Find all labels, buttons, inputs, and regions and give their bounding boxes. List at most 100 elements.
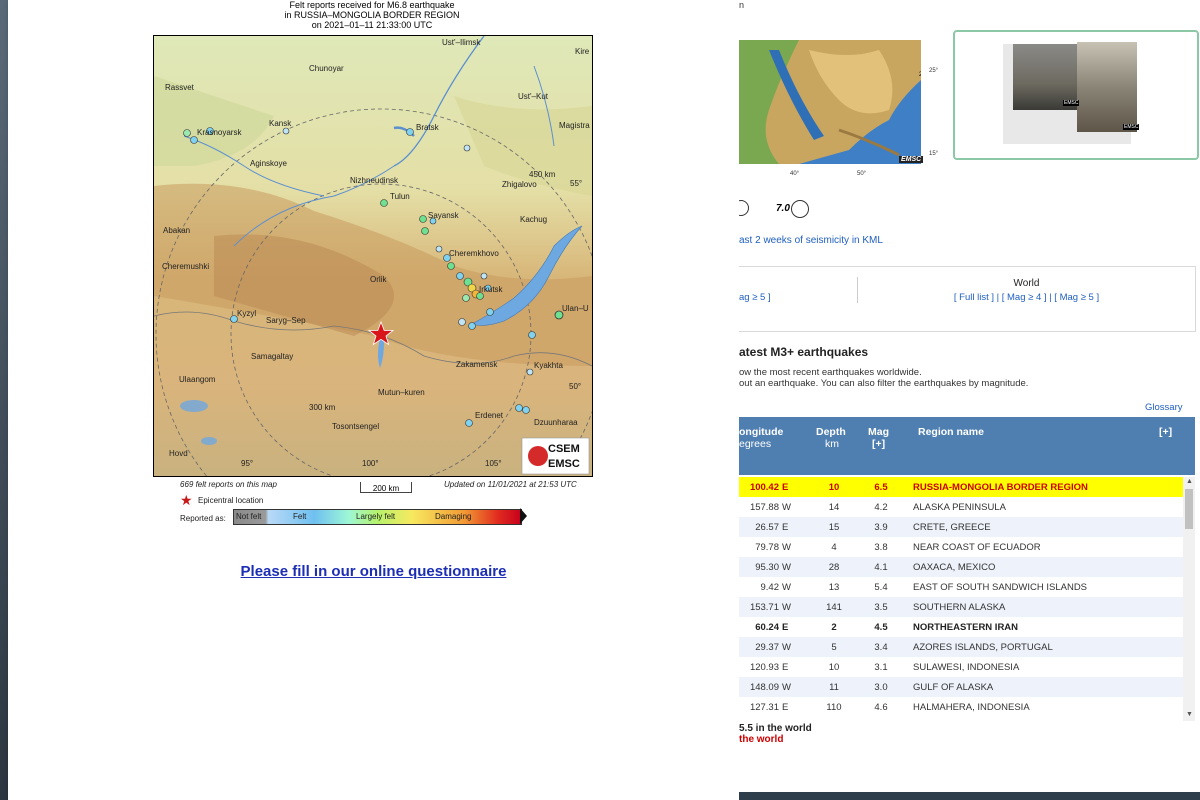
label-bratsk: Bratsk — [416, 123, 440, 132]
latest-desc-2: out an earthquake. You can also filter t… — [739, 378, 1029, 389]
colorbar-felt: Felt — [293, 512, 307, 521]
label-sayansk: Sayansk — [428, 211, 460, 220]
emsc-page: n 25° 25° 15° 40° 50° EMSC EMSC EMSC 7.0… — [739, 0, 1200, 800]
colorbar-arrow-icon — [520, 508, 527, 524]
label-hovd: Hovd — [169, 449, 188, 458]
glossary-link[interactable]: Glossary — [1145, 402, 1182, 413]
table-row[interactable]: 95.30 W 28 4.1 OAXACA, MEXICO — [739, 557, 1183, 577]
label-ust-kut: Ust'–Kut — [518, 92, 549, 101]
scroll-down-icon: ▼ — [1186, 711, 1193, 718]
photo-box[interactable]: EMSC EMSC — [953, 30, 1199, 160]
table-row[interactable]: 100.42 E 10 6.5 RUSSIA-MONGOLIA BORDER REGIO… — [739, 477, 1183, 497]
table-row[interactable]: 79.78 W 4 3.8 NEAR COAST OF ECUADOR — [739, 537, 1183, 557]
reported-as-label: Reported as: — [180, 514, 226, 523]
label-orlik: Orlik — [370, 275, 387, 284]
label-abakan: Abakan — [163, 226, 190, 235]
label-lat-50: 50° — [569, 382, 581, 391]
table-row[interactable]: 60.24 E 2 4.5 NORTHEASTERN IRAN — [739, 617, 1183, 637]
header-depth[interactable]: Depth — [816, 426, 846, 438]
label-zakamensk: Zakamensk — [456, 360, 498, 369]
label-kyakhta: Kyakhta — [534, 361, 563, 370]
table-row[interactable]: 127.31 E 110 4.6 HALMAHERA, INDONESIA — [739, 697, 1183, 717]
label-chunoyar: Chunoyar — [309, 64, 344, 73]
label-ulaangom: Ulaangom — [179, 375, 216, 384]
cut-text: n — [739, 0, 745, 10]
header-depth-unit: km — [825, 438, 839, 450]
map-header: Felt reports received for M6.8 earthquak… — [153, 0, 591, 30]
epicentral-label: Epicentral location — [198, 496, 264, 505]
felt-reports-popup: Felt reports received for M6.8 earthquak… — [8, 0, 739, 800]
relief-map[interactable]: 25° — [739, 40, 921, 164]
table-row[interactable]: 26.57 E 15 3.9 CRETE, GREECE — [739, 517, 1183, 537]
label-cheremkhovo: Cheremkhovo — [449, 249, 499, 258]
table-header: ongitude egrees Depth km Mag [+] Region … — [739, 417, 1195, 475]
filter-box: ag ≥ 5 ] World [ Full list ] | [ Mag ≥ 4… — [739, 266, 1196, 332]
header-line3: on 2021–01–11 21:33:00 UTC — [311, 20, 433, 30]
felt-count: 669 felt reports on this map — [180, 480, 277, 489]
logo-emsc: EMSC — [548, 458, 580, 470]
table-scrollbar[interactable]: ▲ ▼ — [1183, 477, 1195, 721]
label-aginskoye: Aginskoye — [250, 159, 287, 168]
label-300km: 300 km — [309, 403, 336, 412]
label-kirensk: Kire — [575, 47, 590, 56]
kml-link[interactable]: ast 2 weeks of seismicity in KML — [739, 235, 883, 246]
scale-label: 200 km — [372, 484, 400, 493]
label-kachug: Kachug — [520, 215, 547, 224]
latest-title: atest M3+ earthquakes — [739, 345, 869, 359]
scroll-up-icon: ▲ — [1186, 478, 1193, 485]
label-lon-95: 95° — [241, 459, 253, 468]
label-dzuunharaa: Dzuunharaa — [534, 418, 578, 427]
colorbar-damaging: Damaging — [435, 512, 472, 521]
colorbar-not-felt: Not felt — [236, 512, 262, 521]
table-row[interactable]: 157.88 W 14 4.2 ALASKA PENINSULA — [739, 497, 1183, 517]
logo-csem: CSEM — [548, 443, 580, 455]
table-row[interactable]: 153.71 W 141 3.5 SOUTHERN ALASKA — [739, 597, 1183, 617]
header-region[interactable]: Region name — [918, 426, 984, 438]
felt-reports-map: Ust'–Ilimsk Kire Chunoyar Rassvet Ust'–K… — [153, 35, 593, 477]
label-lat-55: 55° — [570, 179, 582, 188]
scrollbar-thumb[interactable] — [1185, 489, 1193, 529]
header-longitude-unit: egrees — [739, 438, 772, 450]
label-ust-ilimsk: Ust'–Ilimsk — [442, 38, 481, 47]
earthquake-table: 100.42 E 10 6.5 RUSSIA-MONGOLIA BORDER REGIO… — [739, 477, 1183, 717]
label-lon-100: 100° — [362, 459, 379, 468]
mag-legend-label: 7.0 — [776, 203, 790, 214]
world-title: World — [1013, 278, 1040, 289]
photo-street[interactable] — [1077, 42, 1137, 132]
tick-15: 15° — [929, 151, 939, 157]
relief-map-logo: EMSC — [899, 156, 924, 163]
csem-emsc-logo: CSEM EMSC — [521, 437, 590, 475]
tick-25: 25° — [929, 68, 939, 74]
updated-time: Updated on 11/01/2021 at 21:53 UTC — [444, 480, 577, 489]
header-region-expand[interactable]: [+] — [1159, 426, 1172, 438]
world-red-link[interactable]: the world — [739, 734, 783, 745]
label-krasnoyarsk: Krasnoyarsk — [197, 128, 242, 137]
label-tosontsengel: Tosontsengel — [332, 422, 379, 431]
header-mag[interactable]: Mag — [868, 426, 889, 438]
background-strip — [0, 0, 8, 800]
table-row[interactable]: 29.37 W 5 3.4 AZORES ISLANDS, PORTUGAL — [739, 637, 1183, 657]
table-row[interactable]: 148.09 W 11 3.0 GULF OF ALASKA — [739, 677, 1183, 697]
table-row[interactable]: 9.42 W 13 5.4 EAST OF SOUTH SANDWICH ISLANDS — [739, 577, 1183, 597]
tick-25: 25° — [919, 72, 921, 78]
world-m55-link[interactable]: 5.5 in the world — [739, 723, 812, 734]
label-samagaltay: Samagaltay — [251, 352, 293, 361]
label-zhigalovo: Zhigalovo — [502, 180, 537, 189]
header-longitude[interactable]: ongitude — [739, 426, 783, 438]
table-row[interactable]: 120.93 E 10 3.1 SULAWESI, INDONESIA — [739, 657, 1183, 677]
label-kansk: Kansk — [269, 119, 292, 128]
mag-circle-large-icon — [791, 200, 809, 218]
questionnaire-link[interactable]: Please fill in our online questionnaire — [8, 563, 739, 580]
header-line1: Felt reports received for M6.8 earthquak… — [289, 0, 455, 10]
world-links[interactable]: [ Full list ] | [ Mag ≥ 4 ] | [ Mag ≥ 5 … — [858, 292, 1195, 303]
label-erdenet: Erdenet — [475, 411, 504, 420]
label-rassvet: Rassvet — [165, 83, 195, 92]
filter-left-links[interactable]: ag ≥ 5 ] — [739, 292, 771, 303]
mag-circle-small-icon — [739, 200, 749, 216]
label-tulun: Tulun — [390, 192, 410, 201]
legend-star-icon: ★ — [180, 492, 193, 508]
label-magistral: Magistra — [559, 121, 590, 130]
photo-badge-1: EMSC — [1063, 100, 1080, 106]
label-ulan-ude: Ulan–U — [562, 304, 589, 313]
header-mag-expand[interactable]: [+] — [872, 438, 885, 450]
